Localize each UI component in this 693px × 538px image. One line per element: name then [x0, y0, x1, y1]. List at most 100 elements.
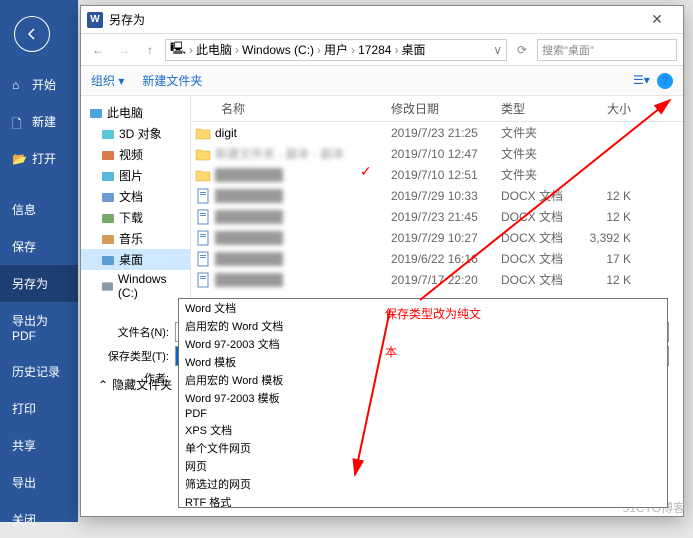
- sidebar-item-6[interactable]: 导出为PDF: [0, 302, 78, 353]
- dropdown-option[interactable]: RTF 格式: [179, 493, 667, 508]
- file-icon: [191, 251, 215, 267]
- sidebar-item-3[interactable]: 信息: [0, 191, 78, 228]
- video-icon: [101, 149, 115, 161]
- file-name: ████████: [215, 189, 391, 203]
- hide-folders-toggle[interactable]: ⌃ 隐藏文件夹: [98, 376, 172, 393]
- sidebar-icon: ⌂: [12, 78, 26, 92]
- crumb[interactable]: 17284: [358, 43, 391, 57]
- arrow-left-icon: [24, 26, 40, 42]
- nav-forward-button[interactable]: →: [113, 39, 135, 61]
- file-name: ████████: [215, 252, 391, 266]
- tree-label: 音乐: [119, 230, 143, 247]
- search-input[interactable]: 搜索"桌面": [537, 39, 677, 61]
- crumb[interactable]: Windows (C:): [242, 43, 314, 57]
- filename-label: 文件名(N):: [95, 324, 175, 340]
- desk-icon: [101, 254, 115, 266]
- drive-icon: [101, 280, 114, 292]
- sidebar-item-5[interactable]: 另存为: [0, 265, 78, 302]
- sidebar-item-11[interactable]: 关闭: [0, 501, 78, 538]
- dropdown-option[interactable]: Word 模板: [179, 353, 667, 371]
- col-size[interactable]: 大小: [581, 100, 641, 117]
- dropdown-option[interactable]: Word 97-2003 文档: [179, 335, 667, 353]
- tree-item[interactable]: Windows (C:): [81, 270, 190, 302]
- sidebar-item-label: 另存为: [12, 275, 48, 292]
- file-row[interactable]: ████████2019/7/29 10:27DOCX 文档3,392 K: [191, 227, 683, 248]
- sidebar-item-9[interactable]: 共享: [0, 427, 78, 464]
- tree-item[interactable]: 此电脑: [81, 102, 190, 123]
- refresh-button[interactable]: ⟳: [511, 39, 533, 61]
- music-icon: [101, 233, 115, 245]
- file-icon: [191, 209, 215, 225]
- dropdown-option[interactable]: XPS 文档: [179, 421, 667, 439]
- file-type: 文件夹: [501, 145, 581, 162]
- file-row[interactable]: ████████2019/6/22 16:16DOCX 文档17 K: [191, 248, 683, 269]
- tree-item[interactable]: 图片: [81, 165, 190, 186]
- sidebar-icon: 🗋: [12, 115, 26, 129]
- crumb[interactable]: 此电脑: [196, 41, 232, 58]
- file-row[interactable]: ████████2019/7/23 21:45DOCX 文档12 K: [191, 206, 683, 227]
- sidebar-item-label: 历史记录: [12, 363, 60, 380]
- dropdown-option[interactable]: 启用宏的 Word 模板: [179, 371, 667, 389]
- close-button[interactable]: ✕: [637, 11, 677, 28]
- file-date: 2019/7/10 12:47: [391, 147, 501, 161]
- dropdown-option[interactable]: 筛选过的网页: [179, 475, 667, 493]
- file-size: 17 K: [581, 252, 641, 266]
- pc-icon: [89, 107, 103, 119]
- file-name: ████████: [215, 273, 391, 287]
- crumb[interactable]: 桌面: [401, 41, 425, 58]
- organize-button[interactable]: 组织 ▾: [91, 72, 124, 89]
- file-row[interactable]: 新建文件夹 - 副本 - 副本2019/7/10 12:47文件夹: [191, 143, 683, 164]
- file-size: 12 K: [581, 189, 641, 203]
- navbar: ← → ↑ 🖳 › 此电脑› Windows (C:)› 用户› 17284› …: [81, 34, 683, 66]
- sidebar-item-2[interactable]: 📂打开: [0, 140, 78, 177]
- titlebar: W 另存为 ✕: [81, 6, 683, 34]
- sidebar-item-10[interactable]: 导出: [0, 464, 78, 501]
- sidebar-item-4[interactable]: 保存: [0, 228, 78, 265]
- sidebar-item-label: 导出为PDF: [12, 312, 70, 343]
- help-button[interactable]: ?: [657, 73, 673, 89]
- dialog-title: 另存为: [109, 11, 637, 28]
- doc-icon: [101, 191, 115, 203]
- sidebar-item-label: 打开: [32, 150, 56, 167]
- toolbar: 组织 ▾ 新建文件夹 ☰▾ ?: [81, 66, 683, 96]
- back-button[interactable]: [14, 16, 50, 52]
- tree-item[interactable]: 视频: [81, 144, 190, 165]
- dropdown-option[interactable]: 启用宏的 Word 文档: [179, 317, 667, 335]
- breadcrumb[interactable]: 🖳 › 此电脑› Windows (C:)› 用户› 17284› 桌面 ∨: [165, 39, 507, 61]
- file-row[interactable]: ████████2019/7/29 10:33DOCX 文档12 K: [191, 185, 683, 206]
- sidebar-item-label: 导出: [12, 474, 36, 491]
- col-type[interactable]: 类型: [501, 100, 581, 117]
- sidebar-item-7[interactable]: 历史记录: [0, 353, 78, 390]
- file-row[interactable]: digit2019/7/23 21:25文件夹: [191, 122, 683, 143]
- col-date[interactable]: 修改日期: [391, 100, 501, 117]
- new-folder-button[interactable]: 新建文件夹: [142, 72, 202, 89]
- tree-item[interactable]: 下载: [81, 207, 190, 228]
- view-options-button[interactable]: ☰▾: [633, 73, 649, 89]
- dropdown-option[interactable]: 单个文件网页: [179, 439, 667, 457]
- crumb[interactable]: 用户: [324, 41, 348, 58]
- tree-item[interactable]: 文档: [81, 186, 190, 207]
- column-headers[interactable]: 名称 修改日期 类型 大小: [191, 96, 683, 122]
- nav-back-button[interactable]: ←: [87, 39, 109, 61]
- sidebar-item-8[interactable]: 打印: [0, 390, 78, 427]
- tree-item[interactable]: 3D 对象: [81, 123, 190, 144]
- sidebar-item-label: 信息: [12, 201, 36, 218]
- file-row[interactable]: ████████2019/7/17 22:20DOCX 文档12 K: [191, 269, 683, 290]
- file-row[interactable]: ████████2019/7/10 12:51文件夹: [191, 164, 683, 185]
- file-date: 2019/7/23 21:25: [391, 126, 501, 140]
- dropdown-option[interactable]: Word 文档: [179, 299, 667, 317]
- sidebar-item-1[interactable]: 🗋新建: [0, 103, 78, 140]
- nav-up-button[interactable]: ↑: [139, 39, 161, 61]
- file-date: 2019/7/29 10:33: [391, 189, 501, 203]
- dropdown-option[interactable]: Word 97-2003 模板: [179, 389, 667, 407]
- sidebar-item-0[interactable]: ⌂开始: [0, 66, 78, 103]
- file-date: 2019/6/22 16:16: [391, 252, 501, 266]
- col-name[interactable]: 名称: [191, 100, 391, 117]
- dropdown-option[interactable]: 网页: [179, 457, 667, 475]
- tree-item[interactable]: 音乐: [81, 228, 190, 249]
- file-size: 12 K: [581, 273, 641, 287]
- word-backstage-sidebar: ⌂开始🗋新建📂打开信息保存另存为导出为PDF历史记录打印共享导出关闭: [0, 0, 78, 522]
- filetype-dropdown[interactable]: Word 文档启用宏的 Word 文档Word 97-2003 文档Word 模…: [178, 298, 668, 508]
- dropdown-option[interactable]: PDF: [179, 407, 667, 421]
- tree-item[interactable]: 桌面: [81, 249, 190, 270]
